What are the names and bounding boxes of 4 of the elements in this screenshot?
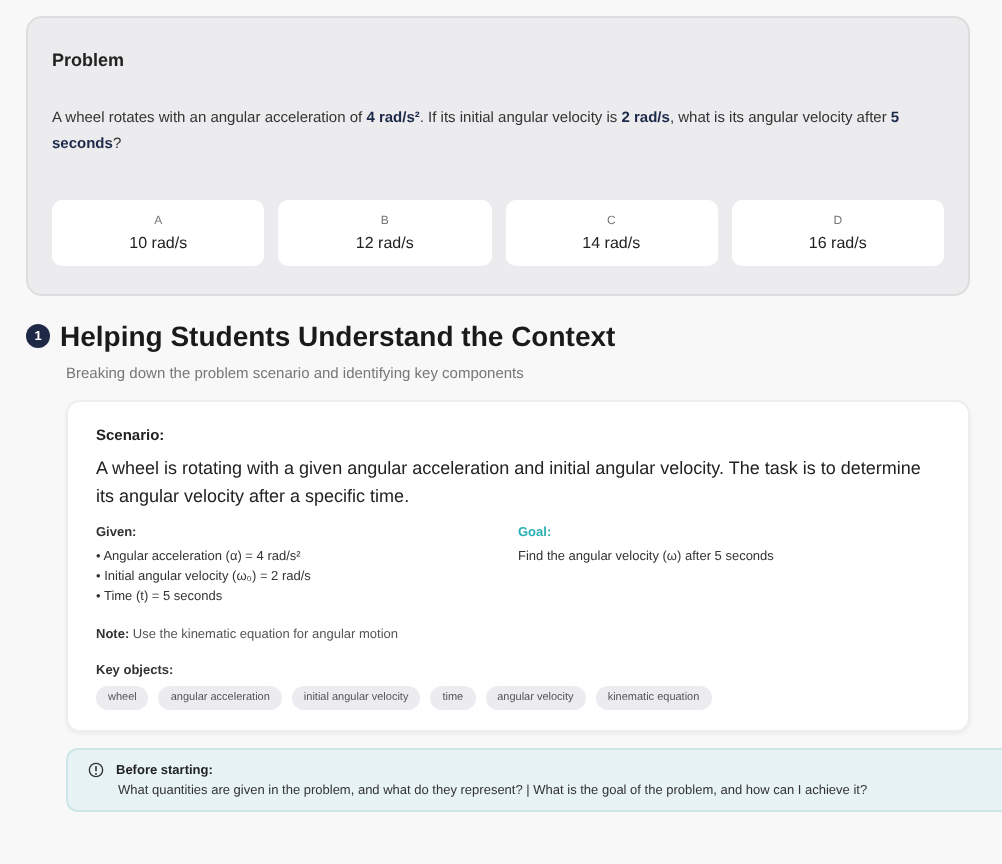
problem-title: Problem (52, 50, 127, 70)
scenario-text: A wheel is rotating with a given angular acceleration and initial angular velocity. The task is to determine its angular velocity after a specific time. (96, 456, 923, 510)
info-icon (88, 762, 104, 778)
section-title: Helping Students Understand the Context (60, 320, 616, 352)
